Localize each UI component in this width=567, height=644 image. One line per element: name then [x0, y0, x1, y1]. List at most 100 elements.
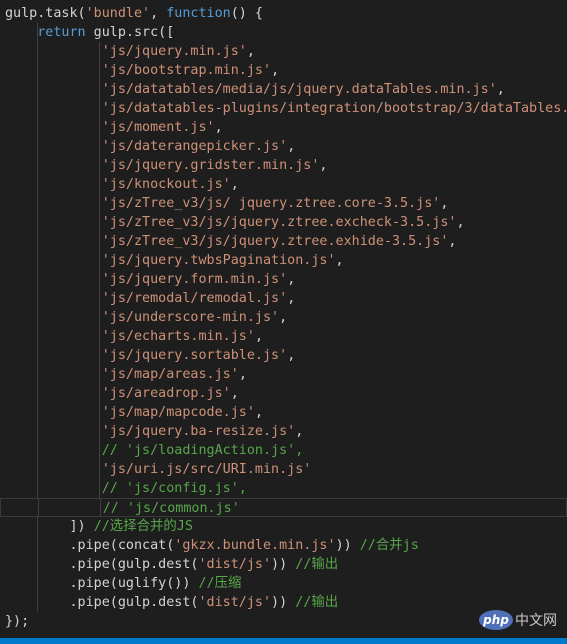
code-line[interactable]: 'js/areadrop.js',	[0, 384, 567, 403]
code-line[interactable]: 'js/jquery.min.js',	[0, 42, 567, 61]
code-line[interactable]: 'js/jquery.sortable.js',	[0, 346, 567, 365]
indent-guide	[99, 308, 100, 327]
code-line[interactable]: 'js/zTree_v3/js/ jquery.ztree.core-3.5.j…	[0, 194, 567, 213]
php-logo: php	[479, 610, 513, 630]
code-line-current[interactable]: // 'js/common.js'	[0, 498, 567, 517]
code-token: 'js/zTree_v3/js/jquery.ztree.exhide-3.5.…	[101, 234, 449, 249]
code-line[interactable]: 'js/jquery.twbsPagination.js',	[0, 251, 567, 270]
code-token: .pipe(gulp.dest(	[5, 595, 199, 610]
indent-guide	[37, 479, 38, 498]
code-token: 'js/moment.js'	[101, 120, 215, 135]
code-line[interactable]: 'js/jquery.ba-resize.js',	[0, 422, 567, 441]
code-line[interactable]: 'js/daterangepicker.js',	[0, 137, 567, 156]
indent-guide	[37, 517, 38, 536]
indent-guide	[37, 23, 38, 42]
code-line[interactable]: 'js/zTree_v3/js/jquery.ztree.exhide-3.5.…	[0, 232, 567, 251]
code-token: ,	[246, 44, 255, 59]
code-line[interactable]: 'js/jquery.gridster.min.js',	[0, 156, 567, 175]
code-token: ,	[279, 310, 288, 325]
code-line[interactable]: 'js/echarts.min.js',	[0, 327, 567, 346]
code-line[interactable]: 'js/underscore-min.js',	[0, 308, 567, 327]
indent-guide	[99, 80, 100, 99]
code-line[interactable]: 'js/moment.js',	[0, 118, 567, 137]
code-line[interactable]: 'js/remodal/remodal.js',	[0, 289, 567, 308]
code-line[interactable]: .pipe(gulp.dest('dist/js')) //输出	[0, 555, 567, 574]
indent-guide	[99, 99, 100, 118]
code-token: ,	[214, 120, 223, 135]
indent-guide	[99, 346, 100, 365]
code-line[interactable]: .pipe(concat('gkzx.bundle.min.js')) //合并…	[0, 536, 567, 555]
code-token: .pipe(gulp.dest(	[5, 557, 199, 572]
code-token: 'js/zTree_v3/js/jquery.ztree.excheck-3.5…	[101, 215, 457, 230]
code-token: 'js/jquery.gridster.min.js'	[101, 158, 320, 173]
code-token: ,	[230, 386, 239, 401]
indent-guide	[38, 499, 39, 516]
code-token: ,	[496, 82, 505, 97]
code-line[interactable]: .pipe(uglify()) //压缩	[0, 574, 567, 593]
code-line[interactable]: 'js/map/areas.js',	[0, 365, 567, 384]
indent-guide	[37, 137, 38, 156]
code-line[interactable]: 'js/bootstrap.min.js',	[0, 61, 567, 80]
code-line[interactable]: // 'js/loadingAction.js',	[0, 441, 567, 460]
indent-guide	[99, 479, 100, 498]
code-line[interactable]: 'js/uri.js/src/URI.min.js'	[0, 460, 567, 479]
code-token: //输出	[295, 595, 339, 610]
code-token: 'js/jquery.form.min.js'	[101, 272, 288, 287]
code-token: return	[37, 25, 86, 40]
code-token: 'js/remodal/remodal.js'	[101, 291, 288, 306]
code-line[interactable]: 'js/datatables-plugins/integration/boots…	[0, 99, 567, 118]
indent-guide	[37, 289, 38, 308]
code-token: 'js/bootstrap.min.js'	[101, 63, 272, 78]
indent-guide	[99, 194, 100, 213]
code-token: 'js/zTree_v3/js/ jquery.ztree.core-3.5.j…	[101, 196, 441, 211]
indent-guide	[100, 499, 101, 516]
code-token: 'js/map/areas.js'	[101, 367, 239, 382]
code-line[interactable]: 'js/knockout.js',	[0, 175, 567, 194]
code-token: // 'js/loadingAction.js',	[101, 443, 304, 458]
code-token: .pipe(concat(	[5, 538, 175, 553]
code-token: ,	[319, 158, 328, 173]
code-line[interactable]: 'js/jquery.form.min.js',	[0, 270, 567, 289]
code-line[interactable]: // 'js/config.js',	[0, 479, 567, 498]
code-token: ))	[271, 595, 296, 610]
code-token: ,	[287, 139, 296, 154]
indent-guide	[37, 574, 38, 593]
code-line[interactable]: 'js/zTree_v3/js/jquery.ztree.excheck-3.5…	[0, 213, 567, 232]
indent-guide	[37, 460, 38, 479]
code-token: 'js/datatables/media/js/jquery.dataTable…	[101, 82, 497, 97]
indent-guide	[99, 460, 100, 479]
code-line[interactable]: 'js/datatables/media/js/jquery.dataTable…	[0, 80, 567, 99]
code-token: ,	[254, 405, 263, 420]
code-token: 'js/datatables-plugins/integration/boots…	[101, 101, 567, 116]
code-token: 'js/areadrop.js'	[101, 386, 231, 401]
code-token: ,	[150, 6, 167, 21]
indent-guide	[37, 384, 38, 403]
code-line[interactable]: gulp.task('bundle', function() {	[0, 4, 567, 23]
code-token: 'dist/js'	[198, 557, 272, 572]
indent-guide	[99, 441, 100, 460]
code-editor[interactable]: gulp.task('bundle', function() { return …	[0, 0, 567, 644]
code-token: ))	[335, 538, 360, 553]
indent-guide	[99, 118, 100, 137]
indent-guide	[37, 175, 38, 194]
code-token: gulp.task(	[5, 6, 86, 21]
code-token: 'js/jquery.ba-resize.js'	[101, 424, 296, 439]
code-line[interactable]: ]) //选择合并的JS	[0, 517, 567, 536]
code-token: 'js/knockout.js'	[101, 177, 231, 192]
indent-guide	[99, 175, 100, 194]
code-token: 'gkzx.bundle.min.js'	[174, 538, 336, 553]
code-line[interactable]: 'js/map/mapcode.js',	[0, 403, 567, 422]
code-token: //压缩	[198, 576, 242, 591]
code-line[interactable]: return gulp.src([	[0, 23, 567, 42]
